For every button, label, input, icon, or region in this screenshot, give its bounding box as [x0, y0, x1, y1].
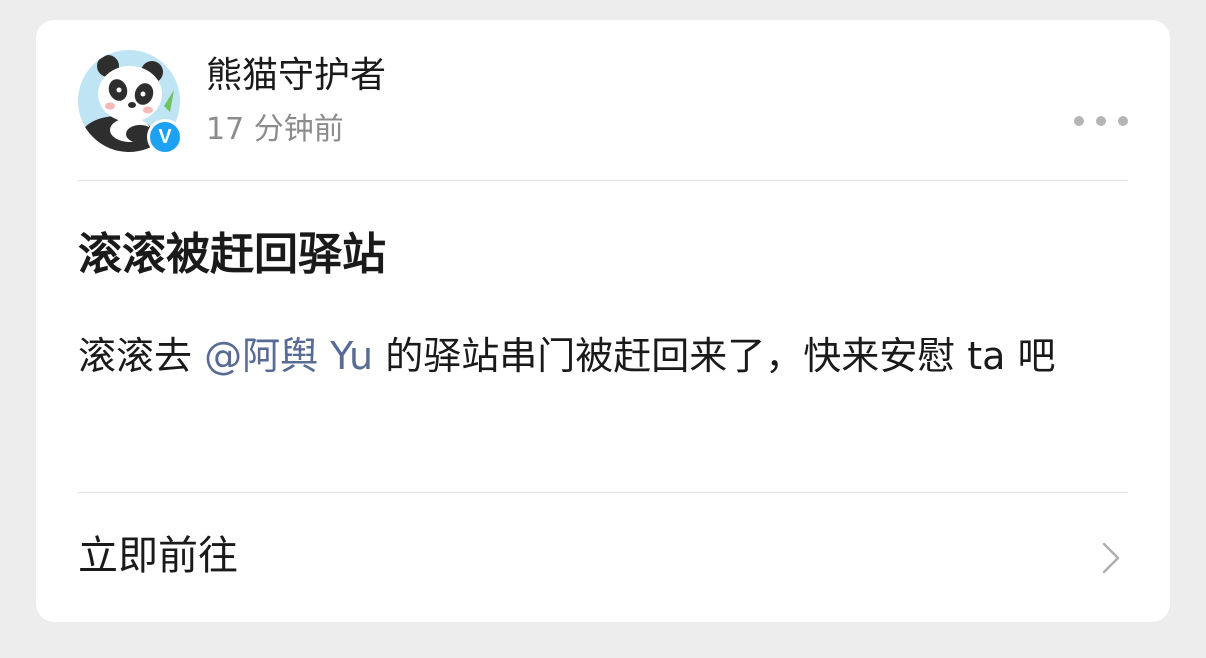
body-text-after: 的驿站串门被赶回来了，快来安慰 ta 吧 — [373, 334, 1056, 378]
body-text-before: 滚滚去 — [78, 334, 205, 378]
post-title: 滚滚被赶回驿站 — [78, 229, 386, 280]
go-now-label: 立即前往 — [78, 533, 238, 579]
more-dot — [1096, 116, 1106, 126]
go-now-button[interactable]: 立即前往 — [78, 493, 1128, 622]
more-dot — [1074, 116, 1084, 126]
divider — [78, 180, 1128, 181]
post-timestamp: 17 分钟前 — [206, 112, 344, 147]
more-dot — [1118, 116, 1128, 126]
author-name[interactable]: 熊猫守护者 — [206, 54, 386, 98]
post-header: V 熊猫守护者 17 分钟前 — [78, 50, 1128, 180]
notification-card: V 熊猫守护者 17 分钟前 滚滚被赶回驿站 滚滚去 @阿舆 Yu 的驿站串门被… — [36, 20, 1170, 622]
mention-link[interactable]: @阿舆 Yu — [204, 334, 373, 378]
verified-badge-icon: V — [147, 119, 183, 155]
more-options-icon[interactable] — [1074, 114, 1128, 128]
chevron-right-icon — [1102, 542, 1120, 574]
post-body: 滚滚去 @阿舆 Yu 的驿站串门被赶回来了，快来安慰 ta 吧 — [78, 326, 1108, 386]
avatar[interactable]: V — [78, 50, 183, 155]
